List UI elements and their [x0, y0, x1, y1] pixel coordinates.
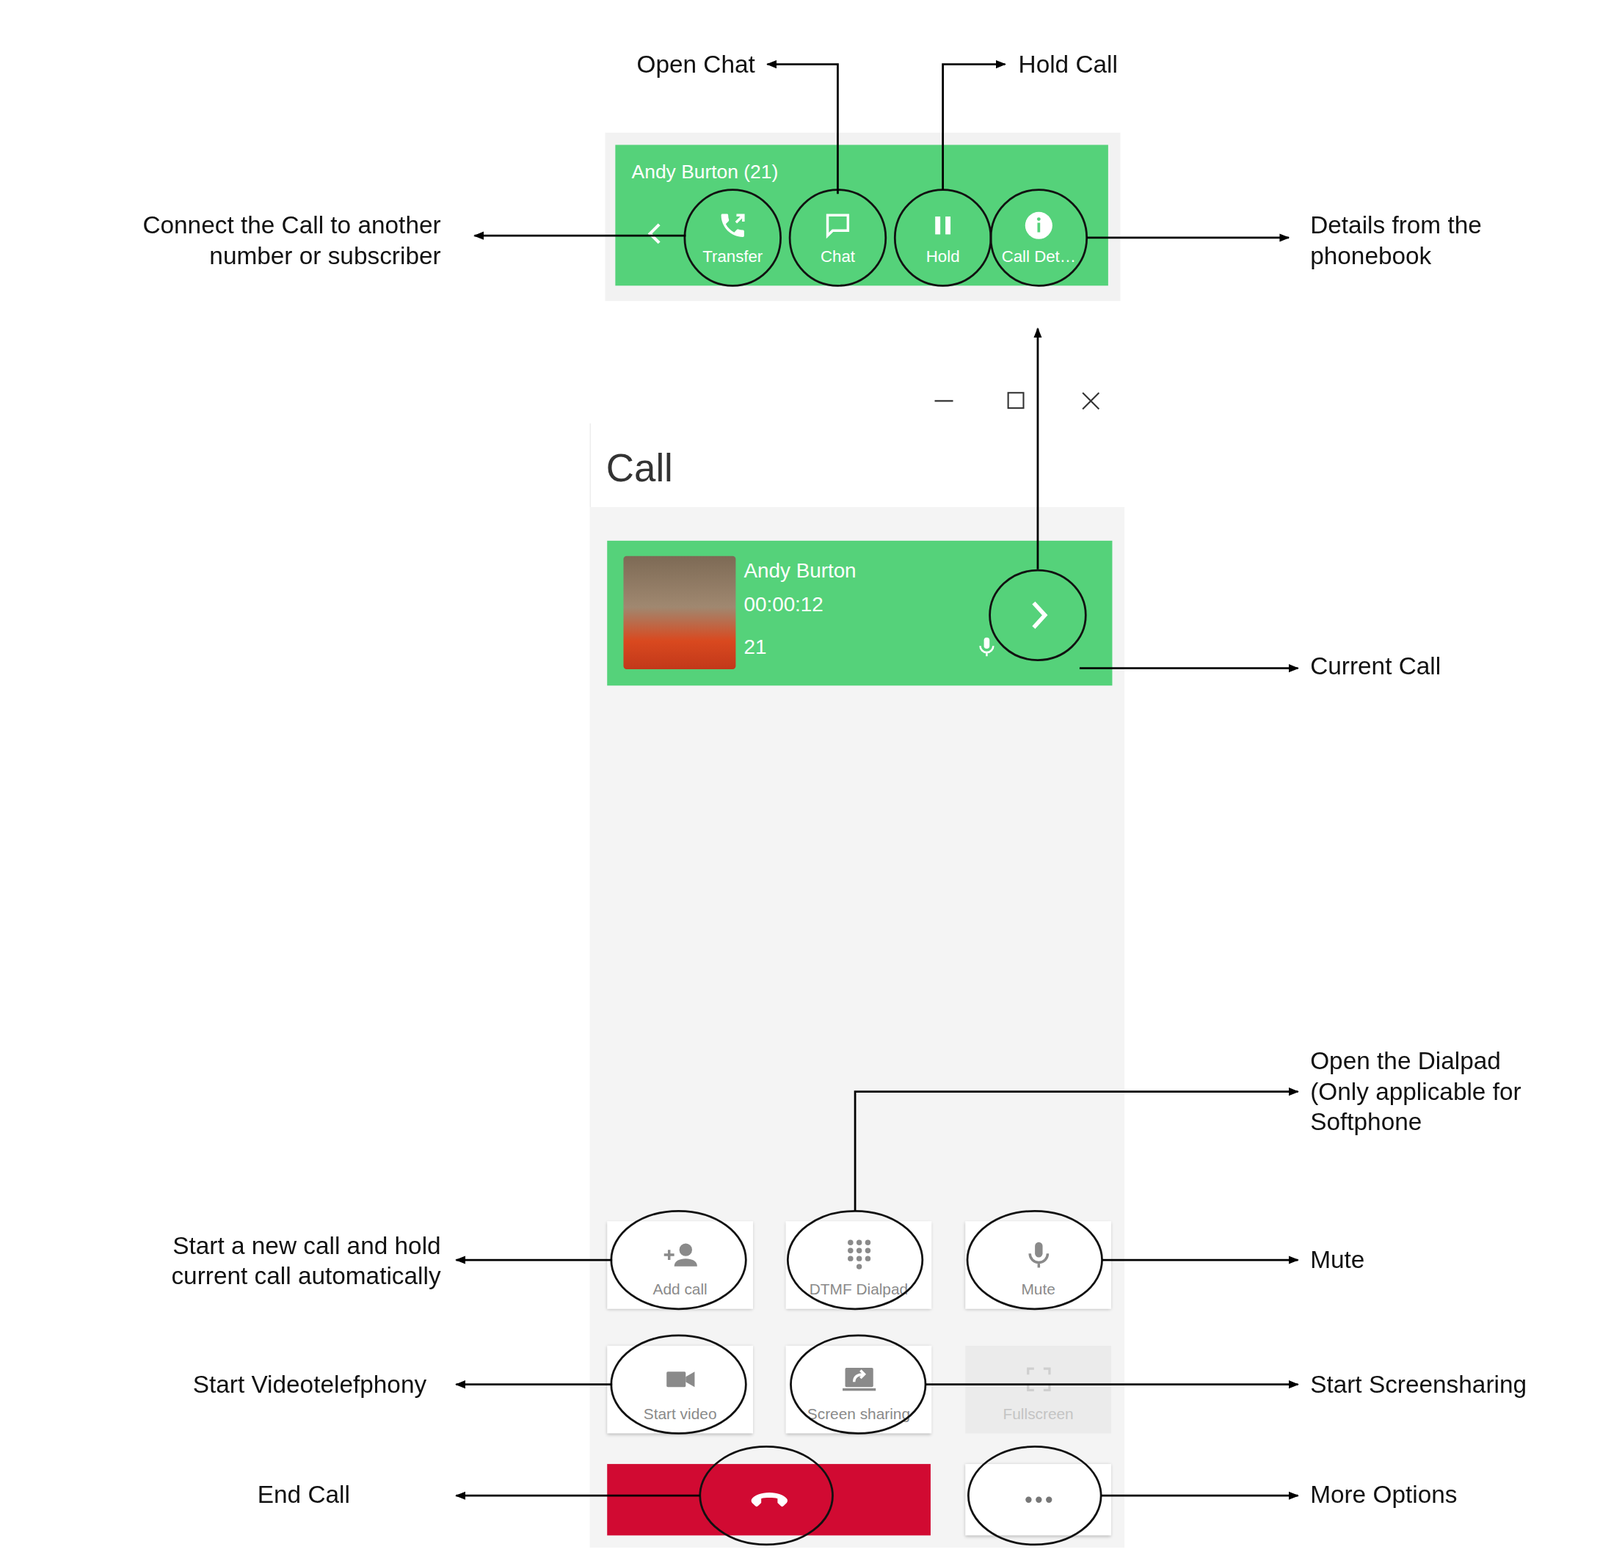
button-label: Mute — [1020, 1280, 1055, 1298]
dtmf-dialpad-button[interactable]: DTMF Dialpad — [786, 1221, 933, 1310]
call-number: 21 — [744, 635, 767, 660]
annotation-label: Details from thephonebook — [1310, 209, 1482, 271]
annotation-line: Hold Call — [1018, 49, 1118, 80]
annotation-line: number or subscriber — [142, 240, 441, 272]
annotation-label: End Call — [257, 1479, 351, 1511]
mute-button[interactable]: Mute — [965, 1221, 1112, 1310]
maximize-icon — [1006, 390, 1027, 415]
minimize-icon — [933, 390, 955, 415]
chat-button[interactable]: Chat — [788, 188, 887, 287]
phone-transfer-icon — [717, 209, 748, 242]
call-toolbar: Andy Burton (21) Transfer Chat Hold Call Det… — [615, 144, 1109, 286]
annotation-label: Open the Dialpad(Only applicable forSoft… — [1310, 1045, 1521, 1138]
annotation-line: Details from the — [1310, 209, 1482, 241]
chevron-right-icon — [1025, 598, 1052, 638]
hang-up-icon — [748, 1488, 790, 1512]
toolbar-title: Andy Burton (21) — [631, 161, 779, 185]
annotation-label: Start Screensharing — [1310, 1369, 1527, 1401]
annotation-line: Start Videotelefphony — [193, 1369, 427, 1401]
contact-photo — [623, 556, 736, 670]
annotation-label: Start a new call and holdcurrent call au… — [171, 1230, 441, 1292]
annotation-line: End Call — [257, 1479, 351, 1511]
chat-bubble-icon — [822, 209, 854, 242]
button-label: Call Det… — [1001, 248, 1076, 267]
close-icon — [1080, 390, 1101, 415]
more-dots-icon — [1023, 1495, 1053, 1504]
screen-sharing-button[interactable]: Screen sharing — [786, 1346, 933, 1435]
microphone-icon — [975, 635, 999, 663]
annotation-line: More Options — [1310, 1479, 1457, 1511]
add-person-icon — [660, 1237, 700, 1272]
annotation-line: Current Call — [1310, 651, 1441, 682]
annotation-line: Connect the Call to another — [142, 209, 441, 241]
info-icon — [1022, 209, 1055, 242]
button-label: Hold — [926, 248, 960, 267]
annotation-label: Current Call — [1310, 651, 1441, 682]
fullscreen-button: Fullscreen — [965, 1346, 1112, 1435]
annotation-line: Start a new call and hold — [171, 1230, 441, 1262]
start-video-button[interactable]: Start video — [606, 1346, 754, 1435]
annotation-label: Start Videotelefphony — [193, 1369, 427, 1401]
button-label: Transfer — [702, 248, 763, 267]
add-call-button[interactable]: Add call — [606, 1221, 754, 1310]
hold-button[interactable]: Hold — [893, 188, 992, 287]
annotation-line: current call automatically — [171, 1260, 441, 1292]
window-title: Call — [606, 446, 674, 492]
button-label: Start video — [643, 1404, 718, 1423]
annotation-label: Hold Call — [1018, 49, 1118, 80]
annotation-label: Open Chat — [636, 49, 755, 80]
dialpad-icon — [843, 1237, 875, 1272]
annotation-label: More Options — [1310, 1479, 1457, 1511]
annotation-line: Open Chat — [636, 49, 755, 80]
annotation-line: Start Screensharing — [1310, 1369, 1527, 1401]
annotation-line: Mute — [1310, 1244, 1365, 1276]
annotation-label: Connect the Call to anothernumber or sub… — [142, 209, 441, 271]
microphone-icon — [1023, 1237, 1054, 1272]
back-chevron-icon — [645, 220, 666, 252]
annotation-label: Mute — [1310, 1244, 1365, 1276]
more-options-button[interactable] — [965, 1464, 1112, 1536]
current-call-card[interactable]: Andy Burton 00:00:12 21 — [606, 540, 1112, 686]
annotation-line: Open the Dialpad — [1310, 1045, 1521, 1077]
call-details-button[interactable]: Call Det… — [990, 188, 1088, 287]
annotation-line: (Only applicable for — [1310, 1076, 1521, 1108]
annotation-line: Softphone — [1310, 1106, 1521, 1138]
button-label: Screen sharing — [807, 1404, 911, 1423]
end-call-button[interactable] — [606, 1464, 931, 1536]
call-duration: 00:00:12 — [744, 593, 824, 617]
video-camera-icon — [662, 1361, 698, 1396]
screen-share-icon — [839, 1361, 879, 1396]
button-label: Chat — [820, 248, 856, 267]
call-name: Andy Burton — [744, 559, 857, 583]
button-label: DTMF Dialpad — [809, 1280, 908, 1298]
fullscreen-icon — [1023, 1361, 1053, 1396]
pause-icon — [927, 209, 959, 242]
button-label: Fullscreen — [1003, 1404, 1074, 1423]
annotation-line: phonebook — [1310, 240, 1482, 272]
button-label: Add call — [653, 1280, 708, 1298]
transfer-button[interactable]: Transfer — [684, 188, 782, 287]
